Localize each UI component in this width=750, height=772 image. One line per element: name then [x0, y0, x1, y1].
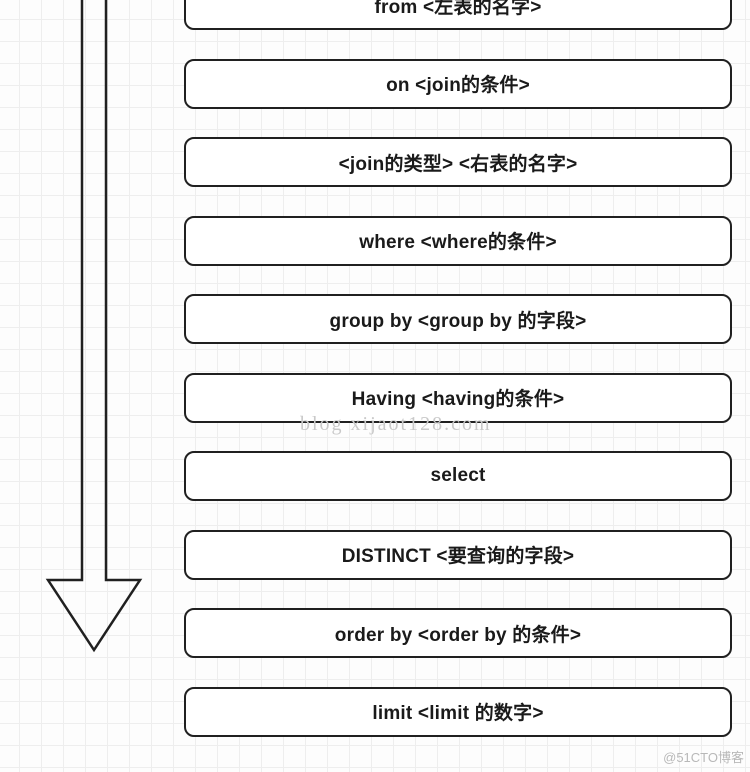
step-label: Having <having的条件>	[352, 384, 565, 411]
step-label: on <join的条件>	[386, 70, 530, 97]
step-label: limit <limit 的数字>	[372, 698, 543, 725]
step-order-by: order by <order by 的条件>	[184, 608, 732, 658]
step-distinct: DISTINCT <要查询的字段>	[184, 530, 732, 580]
step-on: on <join的条件>	[184, 59, 732, 109]
step-label: <join的类型> <右表的名字>	[339, 149, 578, 176]
step-from: from <左表的名字>	[184, 0, 732, 30]
step-list: from <左表的名字> on <join的条件> <join的类型> <右表的…	[184, 0, 732, 765]
step-label: order by <order by 的条件>	[335, 620, 581, 647]
step-label: where <where的条件>	[359, 227, 557, 254]
diagram-container: from <左表的名字> on <join的条件> <join的类型> <右表的…	[0, 0, 750, 772]
step-group-by: group by <group by 的字段>	[184, 294, 732, 344]
step-label: group by <group by 的字段>	[330, 306, 587, 333]
arrow-down-icon	[34, 0, 154, 660]
flow-arrow	[34, 0, 154, 660]
step-where: where <where的条件>	[184, 216, 732, 266]
step-join: <join的类型> <右表的名字>	[184, 137, 732, 187]
step-limit: limit <limit 的数字>	[184, 687, 732, 737]
step-label: select	[430, 465, 485, 487]
step-having: Having <having的条件>	[184, 373, 732, 423]
step-label: from <左表的名字>	[374, 0, 541, 19]
step-select: select	[184, 451, 732, 501]
step-label: DISTINCT <要查询的字段>	[342, 541, 574, 568]
